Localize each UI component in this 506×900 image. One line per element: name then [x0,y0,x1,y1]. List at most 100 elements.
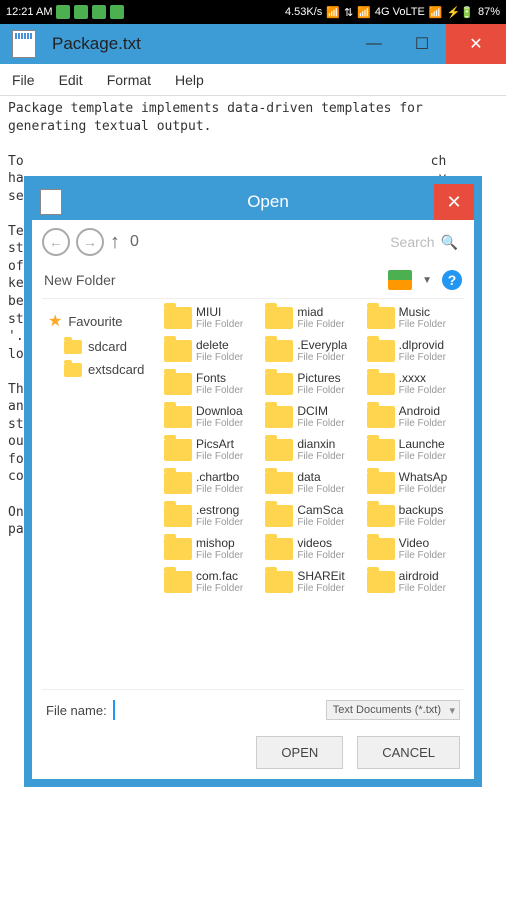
file-browser: ★ Favourite sdcard extsdcard MIUIFile Fo… [42,299,464,689]
folder-item[interactable]: LauncheFile Folder [365,435,464,464]
folder-item[interactable]: .chartboFile Folder [162,468,261,497]
folder-item[interactable]: SHAREitFile Folder [263,567,362,596]
folder-item[interactable]: DownloaFile Folder [162,402,261,431]
folder-item[interactable]: miadFile Folder [263,303,362,332]
folder-icon [265,472,293,494]
sidebar-item-sdcard[interactable]: sdcard [46,335,158,358]
folder-type: File Folder [399,583,446,594]
dialog-body: ← → ↑ Search 🔍 New Folder ▼ ? [32,220,474,779]
folder-item[interactable]: MusicFile Folder [365,303,464,332]
folder-item[interactable]: mishopFile Folder [162,534,261,563]
notepad-icon [40,189,62,215]
folder-name: .dlprovid [399,338,446,352]
menu-help[interactable]: Help [175,72,204,88]
signal-icon-2: 📶 [429,6,443,19]
folder-item[interactable]: .dlprovidFile Folder [365,336,464,365]
folder-item[interactable]: .estrongFile Folder [162,501,261,530]
folder-name: backups [399,503,446,517]
forward-button[interactable]: → [76,228,104,256]
folder-item[interactable]: dianxinFile Folder [263,435,362,464]
folder-icon [64,340,82,354]
dialog-title: Open [70,192,466,212]
folder-item[interactable]: CamScaFile Folder [263,501,362,530]
close-button[interactable]: ✕ [446,24,506,64]
dialog-close-button[interactable]: ✕ [434,184,474,220]
search-box[interactable]: Search 🔍 [384,234,464,251]
folder-icon [164,538,192,560]
folder-type: File Folder [399,319,446,330]
menu-file[interactable]: File [12,72,35,88]
folder-type: File Folder [297,418,344,429]
folder-item[interactable]: deleteFile Folder [162,336,261,365]
folder-icon [164,406,192,428]
app-icon-4 [110,5,124,19]
folder-icon [164,472,192,494]
file-grid: MIUIFile FoldermiadFile FolderMusicFile … [162,299,464,689]
folder-item[interactable]: MIUIFile Folder [162,303,261,332]
folder-item[interactable]: backupsFile Folder [365,501,464,530]
app-icon-2 [74,5,88,19]
folder-type: File Folder [399,352,446,363]
folder-name: dianxin [297,437,344,451]
app-window: Package.txt — ☐ ✕ File Edit Format Help … [0,24,506,900]
path-input[interactable] [126,229,378,255]
button-row: OPEN CANCEL [42,732,464,771]
folder-icon [367,472,395,494]
folder-item[interactable]: videosFile Folder [263,534,362,563]
folder-name: Launche [399,437,446,451]
app-icon-3 [92,5,106,19]
cancel-button[interactable]: CANCEL [357,736,460,769]
app-icon-1 [56,5,70,19]
new-folder-button[interactable]: New Folder [44,272,116,288]
folder-type: File Folder [297,451,344,462]
folder-type: File Folder [196,484,243,495]
folder-type: File Folder [196,418,243,429]
back-button[interactable]: ← [42,228,70,256]
folder-item[interactable]: AndroidFile Folder [365,402,464,431]
minimize-button[interactable]: — [350,24,398,64]
wifi-icon: 📶 [326,6,340,19]
sidebar-item-extsdcard[interactable]: extsdcard [46,358,158,381]
folder-name: .estrong [196,503,243,517]
up-button[interactable]: ↑ [110,231,120,254]
filename-input[interactable] [113,700,320,720]
folder-item[interactable]: airdroidFile Folder [365,567,464,596]
filetype-select[interactable]: Text Documents (*.txt) [326,700,460,720]
folder-name: WhatsAp [399,470,448,484]
folder-name: data [297,470,344,484]
maximize-button[interactable]: ☐ [398,24,446,64]
folder-item[interactable]: .xxxxFile Folder [365,369,464,398]
filename-label: File name: [46,703,107,718]
folder-item[interactable]: PicturesFile Folder [263,369,362,398]
folder-item[interactable]: WhatsApFile Folder [365,468,464,497]
view-icon[interactable] [388,270,412,290]
folder-item[interactable]: PicsArtFile Folder [162,435,261,464]
folder-type: File Folder [196,352,243,363]
menu-edit[interactable]: Edit [59,72,83,88]
title-bar: Package.txt — ☐ ✕ [0,24,506,64]
folder-item[interactable]: FontsFile Folder [162,369,261,398]
view-dropdown-icon[interactable]: ▼ [422,275,432,286]
folder-icon [265,538,293,560]
folder-item[interactable]: VideoFile Folder [365,534,464,563]
folder-item[interactable]: dataFile Folder [263,468,362,497]
open-button[interactable]: OPEN [256,736,343,769]
folder-item[interactable]: com.facFile Folder [162,567,261,596]
folder-icon [265,439,293,461]
folder-type: File Folder [399,418,446,429]
folder-name: mishop [196,536,243,550]
folder-item[interactable]: .EveryplaFile Folder [263,336,362,365]
folder-name: PicsArt [196,437,243,451]
help-icon[interactable]: ? [442,270,462,290]
window-title: Package.txt [52,34,350,54]
folder-name: airdroid [399,569,446,583]
folder-item[interactable]: DCIMFile Folder [263,402,362,431]
folder-icon [164,340,192,362]
folder-icon [265,373,293,395]
folder-type: File Folder [196,319,243,330]
favourite-item[interactable]: ★ Favourite [46,307,158,335]
folder-type: File Folder [196,517,243,528]
menu-format[interactable]: Format [107,72,151,88]
folder-type: File Folder [297,352,347,363]
notepad-icon [12,30,36,58]
